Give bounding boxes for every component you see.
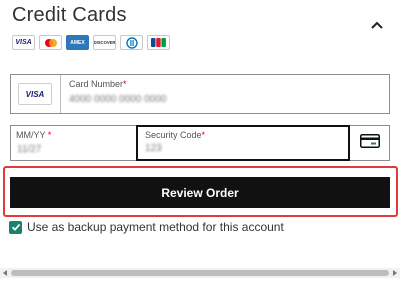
expiry-label-text: MM/YY bbox=[16, 130, 46, 140]
section-title: Credit Cards bbox=[12, 4, 127, 26]
card-number-label-text: Card Number bbox=[69, 79, 124, 89]
security-code-label: Security Code* bbox=[145, 130, 205, 140]
expiry-value[interactable]: 11/27 bbox=[17, 144, 41, 155]
scrollbar-thumb[interactable] bbox=[11, 270, 389, 276]
horizontal-scrollbar[interactable] bbox=[0, 268, 400, 278]
backup-label: Use as backup payment method for this ac… bbox=[27, 220, 284, 234]
required-mark: * bbox=[201, 130, 206, 140]
expiry-label: MM/YY * bbox=[16, 130, 51, 140]
visa-brand-icon: VISA bbox=[18, 83, 52, 105]
chevron-up-icon[interactable] bbox=[366, 14, 388, 36]
field-divider bbox=[60, 75, 61, 113]
accepted-card-logos: VISA AMEX DISCOVER bbox=[12, 35, 170, 50]
backup-payment-option[interactable]: Use as backup payment method for this ac… bbox=[9, 220, 284, 234]
visa-logo-icon: VISA bbox=[12, 35, 35, 50]
review-order-button[interactable]: Review Order bbox=[10, 177, 390, 208]
checkmark-icon bbox=[11, 223, 20, 231]
card-number-field[interactable]: VISA Card Number* 4000 0000 0000 0000 bbox=[10, 74, 390, 114]
amex-logo-icon: AMEX bbox=[66, 35, 89, 50]
scroll-right-icon[interactable] bbox=[390, 268, 400, 278]
required-mark: * bbox=[47, 130, 52, 140]
security-code-value[interactable]: 123 bbox=[145, 143, 162, 154]
discover-logo-icon: DISCOVER bbox=[93, 35, 116, 50]
backup-checkbox[interactable] bbox=[9, 220, 22, 234]
diners-club-logo-icon bbox=[120, 35, 143, 50]
security-code-label-text: Security Code bbox=[145, 130, 202, 140]
required-mark: * bbox=[123, 79, 127, 89]
card-back-icon-container bbox=[350, 125, 390, 161]
security-code-field[interactable]: Security Code* 123 bbox=[136, 125, 350, 161]
card-number-label: Card Number* bbox=[69, 79, 127, 89]
card-number-value[interactable]: 4000 0000 0000 0000 bbox=[69, 94, 166, 105]
mastercard-logo-icon bbox=[39, 35, 62, 50]
jcb-logo-icon bbox=[147, 35, 170, 50]
scroll-left-icon[interactable] bbox=[0, 268, 10, 278]
expiry-field[interactable]: MM/YY * 11/27 bbox=[10, 125, 136, 161]
card-back-icon bbox=[359, 133, 380, 153]
section-header: Credit Cards bbox=[12, 4, 127, 27]
